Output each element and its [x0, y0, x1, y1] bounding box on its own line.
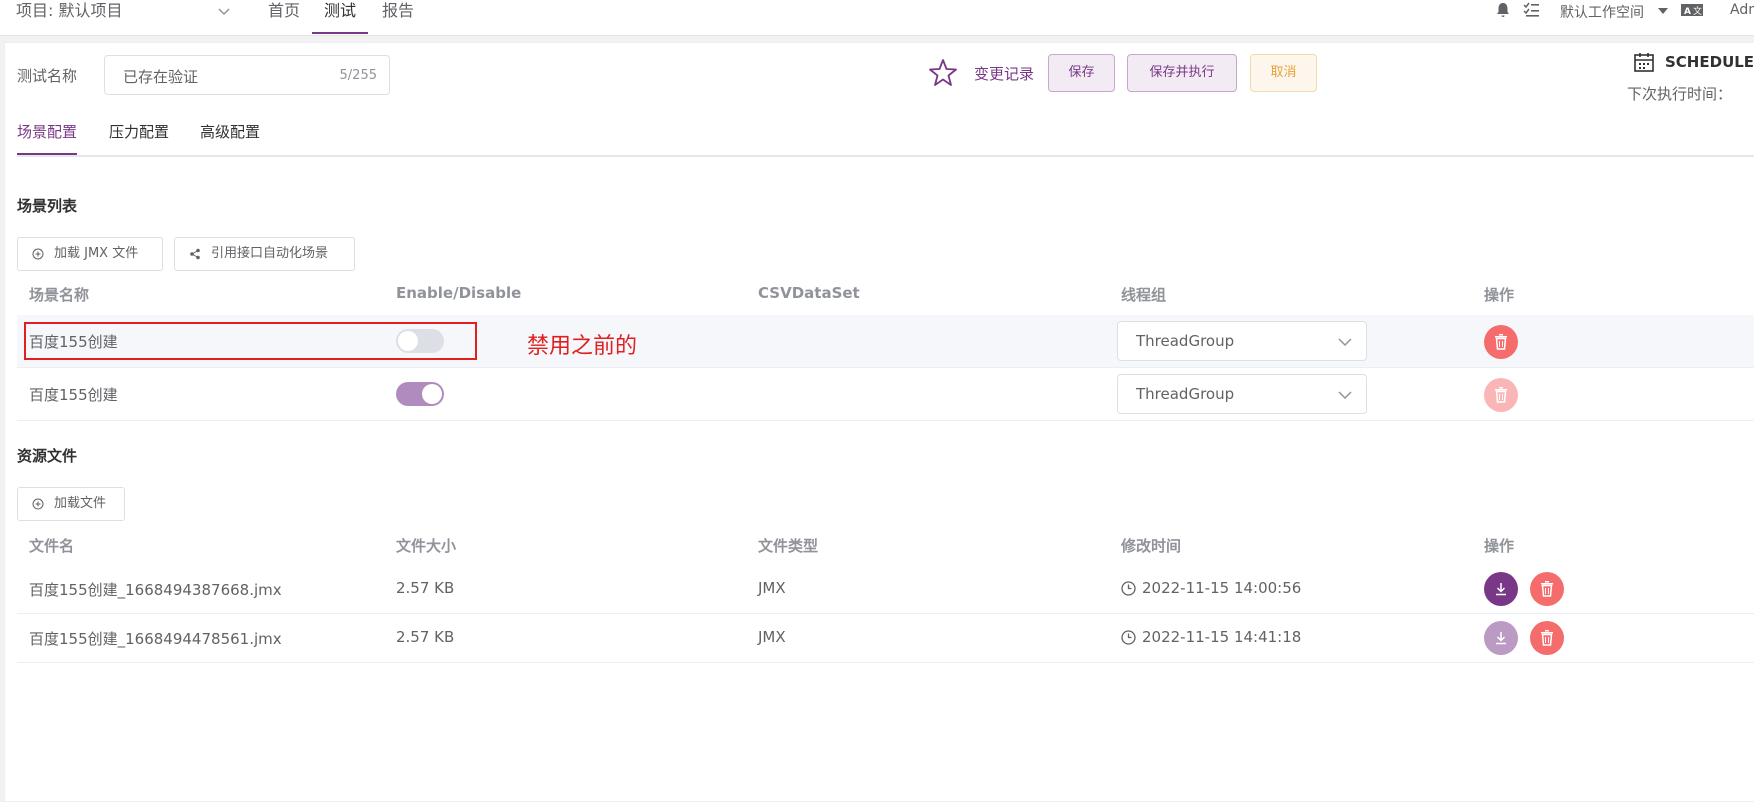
test-name-input[interactable]: 已存在验证 5/255 — [104, 55, 390, 95]
download-icon — [1496, 632, 1506, 645]
plus-circle-icon — [32, 498, 44, 510]
modified-time: 2022-11-15 14:00:56 — [1142, 579, 1302, 597]
load-jmx-label: 加载 JMX 文件 — [54, 246, 139, 261]
delete-icon — [1495, 334, 1507, 350]
save-button[interactable]: 保存 — [1048, 54, 1115, 92]
svg-text:A: A — [1684, 7, 1691, 17]
reference-api-scenario-button[interactable]: 引用接口自动化场景 — [174, 237, 355, 271]
delete-icon — [1541, 581, 1553, 597]
table-row: 百度155创建 ThreadGroup — [17, 368, 1754, 421]
thread-group-select[interactable]: ThreadGroup — [1117, 321, 1367, 361]
download-icon — [1496, 583, 1506, 596]
user-menu[interactable]: Adm — [1730, 2, 1754, 18]
calendar-icon[interactable] — [1633, 51, 1655, 73]
change-log-link[interactable]: 变更记录 — [974, 63, 1034, 84]
delete-icon — [1541, 630, 1553, 646]
nav-home[interactable]: 首页 — [256, 0, 312, 34]
save-run-button[interactable]: 保存并执行 — [1127, 54, 1237, 92]
modified-time: 2022-11-15 14:41:18 — [1142, 628, 1302, 646]
column-actions: 操作 — [1484, 286, 1515, 304]
table-row: 百度155创建_1668494387668.jmx 2.57 KB JMX 20… — [17, 565, 1754, 614]
chevron-down-icon — [1338, 391, 1352, 400]
thread-group-value: ThreadGroup — [1136, 385, 1235, 403]
test-name-label: 测试名称 — [17, 67, 78, 85]
main-panel: 测试名称 已存在验证 5/255 变更记录 保存 保存并执行 取消 SCHEDU… — [4, 42, 1754, 802]
column-csv-dataset: CSVDataSet — [758, 284, 860, 302]
next-run-label: 下次执行时间： — [1627, 85, 1733, 103]
file-type: JMX — [758, 628, 786, 646]
plus-circle-icon — [32, 248, 44, 260]
tabs-divider — [17, 155, 1754, 157]
load-file-label: 加载文件 — [54, 496, 107, 511]
workspace-selector[interactable]: 默认工作空间 — [1560, 2, 1644, 22]
enable-switch[interactable] — [396, 382, 444, 406]
clock-icon — [1121, 581, 1136, 596]
load-jmx-button[interactable]: 加载 JMX 文件 — [17, 237, 163, 271]
schedule-label[interactable]: SCHEDULE — [1665, 53, 1754, 71]
file-size: 2.57 KB — [396, 628, 455, 646]
nav-test[interactable]: 测试 — [312, 0, 369, 34]
project-selector[interactable]: 项目: 默认项目 — [16, 0, 122, 22]
tab-scene-config[interactable]: 场景配置 — [17, 121, 78, 155]
chevron-down-icon[interactable] — [216, 3, 232, 19]
column-file-size: 文件大小 — [396, 537, 457, 555]
star-icon[interactable] — [928, 58, 958, 88]
column-thread-group: 线程组 — [1121, 286, 1167, 304]
load-file-button[interactable]: 加载文件 — [17, 487, 125, 521]
bell-icon[interactable] — [1494, 1, 1512, 19]
share-icon — [190, 248, 200, 260]
download-button[interactable] — [1484, 572, 1518, 606]
file-type: JMX — [758, 579, 786, 597]
delete-button[interactable] — [1530, 621, 1564, 655]
delete-button[interactable] — [1530, 572, 1564, 606]
column-file-name: 文件名 — [29, 537, 75, 555]
clock-icon — [1121, 630, 1136, 645]
delete-button[interactable] — [1484, 325, 1518, 359]
resource-files-title: 资源文件 — [17, 447, 78, 465]
file-name: 百度155创建_1668494478561.jmx — [29, 630, 282, 648]
tab-pressure-config[interactable]: 压力配置 — [109, 121, 169, 155]
cancel-button[interactable]: 取消 — [1250, 54, 1317, 92]
annotation-text: 禁用之前的 — [527, 334, 638, 359]
column-enable-disable: Enable/Disable — [396, 284, 522, 302]
annotation-box — [24, 322, 477, 360]
top-bar: 项目: 默认项目 首页 测试 报告 默认工作空间 A文 Adm — [0, 0, 1754, 36]
file-name: 百度155创建_1668494387668.jmx — [29, 581, 282, 599]
table-row: 百度155创建_1668494478561.jmx 2.57 KB JMX 20… — [17, 614, 1754, 663]
column-modified-time: 修改时间 — [1121, 537, 1182, 555]
delete-icon — [1495, 387, 1507, 403]
scene-name: 百度155创建 — [29, 386, 118, 404]
download-button[interactable] — [1484, 621, 1518, 655]
nav-report[interactable]: 报告 — [370, 0, 426, 34]
column-file-type: 文件类型 — [758, 537, 819, 555]
chevron-down-icon — [1338, 338, 1352, 347]
svg-text:文: 文 — [1693, 5, 1702, 17]
delete-button[interactable] — [1484, 378, 1518, 412]
reference-api-label: 引用接口自动化场景 — [211, 246, 329, 261]
column-actions: 操作 — [1484, 537, 1515, 555]
scene-list-title: 场景列表 — [17, 197, 78, 215]
test-name-value: 已存在验证 — [123, 68, 199, 86]
caret-down-icon[interactable] — [1657, 6, 1669, 16]
language-icon[interactable]: A文 — [1680, 1, 1704, 19]
column-scene-name: 场景名称 — [29, 286, 90, 304]
thread-group-select[interactable]: ThreadGroup — [1117, 374, 1367, 414]
thread-group-value: ThreadGroup — [1136, 332, 1235, 350]
char-count: 5/255 — [339, 68, 377, 83]
task-list-icon[interactable] — [1522, 1, 1540, 19]
tab-advanced-config[interactable]: 高级配置 — [200, 121, 260, 155]
file-size: 2.57 KB — [396, 579, 455, 597]
